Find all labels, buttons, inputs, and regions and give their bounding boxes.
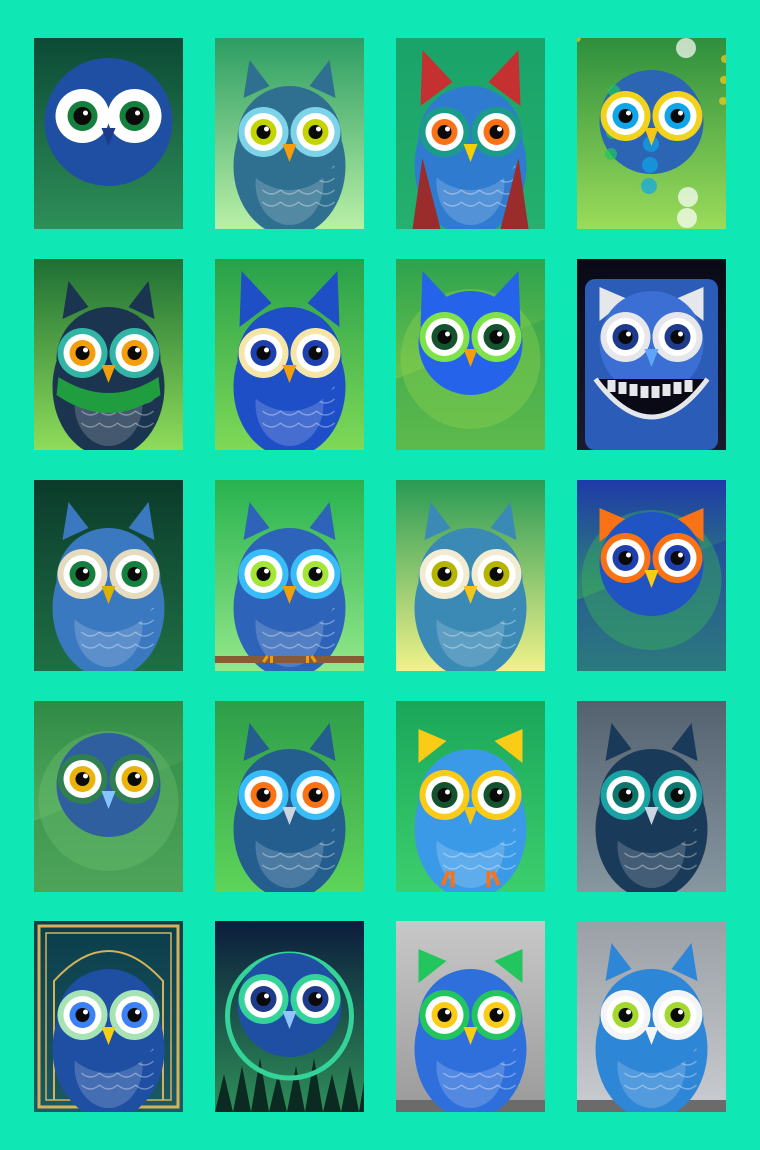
right-eye xyxy=(652,91,703,141)
right-eye xyxy=(109,754,160,804)
owl-figure xyxy=(44,58,173,186)
owl-illustration xyxy=(396,259,545,450)
owl-image-grid xyxy=(0,0,760,1150)
owl-tile-6[interactable] xyxy=(215,259,364,450)
left-eye xyxy=(57,549,108,599)
left-eye xyxy=(238,328,289,378)
left-eye xyxy=(600,770,651,820)
owl-tile-11[interactable] xyxy=(396,480,545,671)
left-eye xyxy=(600,312,651,362)
owl-figure xyxy=(34,731,183,892)
owl-illustration xyxy=(577,921,726,1112)
right-eye xyxy=(471,312,522,362)
owl-tile-18[interactable] xyxy=(215,921,364,1112)
owl-illustration xyxy=(396,701,545,892)
left-eye xyxy=(419,770,470,820)
owl-illustration xyxy=(396,480,545,671)
owl-illustration xyxy=(396,38,545,229)
right-eye xyxy=(109,549,160,599)
owl-illustration xyxy=(215,480,364,671)
owl-illustration xyxy=(577,259,726,450)
right-eye xyxy=(290,549,341,599)
owl-tile-10[interactable] xyxy=(215,480,364,671)
owl-tile-17[interactable] xyxy=(34,921,183,1112)
owl-tile-15[interactable] xyxy=(396,701,545,892)
right-eye xyxy=(652,533,703,583)
owl-tile-7[interactable] xyxy=(396,259,545,450)
right-eye xyxy=(652,312,703,362)
owl-tile-8[interactable] xyxy=(577,259,726,450)
owl-illustration xyxy=(215,259,364,450)
owl-illustration xyxy=(215,701,364,892)
left-eye xyxy=(419,312,470,362)
left-eye xyxy=(57,990,108,1040)
owl-tile-3[interactable] xyxy=(396,38,545,229)
right-eye xyxy=(109,990,160,1040)
right-eye xyxy=(290,770,341,820)
owl-tile-19[interactable] xyxy=(396,921,545,1112)
owl-illustration xyxy=(34,38,183,229)
owl-illustration xyxy=(215,921,364,1112)
owl-illustration xyxy=(34,480,183,671)
right-eye xyxy=(652,770,703,820)
owl-tile-14[interactable] xyxy=(215,701,364,892)
right-eye xyxy=(471,990,522,1040)
owl-tile-1[interactable] xyxy=(34,38,183,229)
owl-illustration xyxy=(577,38,726,229)
owl-tile-2[interactable] xyxy=(215,38,364,229)
owl-illustration xyxy=(577,701,726,892)
left-eye xyxy=(600,990,651,1040)
left-eye xyxy=(55,89,110,143)
owl-tile-13[interactable] xyxy=(34,701,183,892)
right-eye xyxy=(471,770,522,820)
owl-illustration xyxy=(34,259,183,450)
owl-tile-12[interactable] xyxy=(577,480,726,671)
left-eye xyxy=(238,549,289,599)
right-eye xyxy=(471,107,522,157)
left-eye xyxy=(600,91,651,141)
owl-tile-20[interactable] xyxy=(577,921,726,1112)
owl-illustration xyxy=(577,480,726,671)
right-eye xyxy=(107,89,162,143)
owl-illustration xyxy=(34,701,183,892)
right-eye xyxy=(290,328,341,378)
right-eye xyxy=(109,328,160,378)
owl-figure xyxy=(585,279,718,450)
right-eye xyxy=(652,990,703,1040)
left-eye xyxy=(238,770,289,820)
owl-tile-16[interactable] xyxy=(577,701,726,892)
left-eye xyxy=(600,533,651,583)
right-eye xyxy=(471,549,522,599)
left-eye xyxy=(419,990,470,1040)
left-eye xyxy=(57,754,108,804)
left-eye xyxy=(238,974,289,1024)
left-eye xyxy=(57,328,108,378)
owl-illustration xyxy=(396,921,545,1112)
owl-tile-4[interactable] xyxy=(577,38,726,229)
left-eye xyxy=(419,107,470,157)
left-eye xyxy=(238,107,289,157)
owl-illustration xyxy=(215,38,364,229)
right-eye xyxy=(290,107,341,157)
owl-tile-9[interactable] xyxy=(34,480,183,671)
owl-tile-5[interactable] xyxy=(34,259,183,450)
owl-illustration xyxy=(34,921,183,1112)
right-eye xyxy=(290,974,341,1024)
left-eye xyxy=(419,549,470,599)
